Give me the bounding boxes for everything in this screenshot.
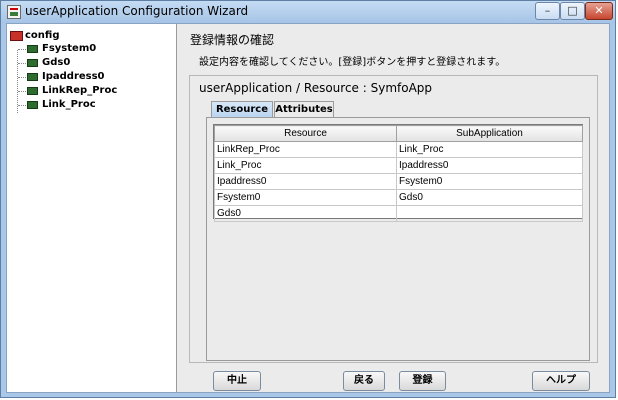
tree-node-label: Gds0 [42,57,71,68]
instruction-text: 設定内容を確認してください。[登録]ボタンを押すと登録されます。 [199,57,506,68]
minimize-button[interactable]: – [535,2,560,20]
title-bar[interactable]: userApplication Configuration Wizard – □… [1,1,615,23]
tree-node-label: config [25,30,60,41]
close-button[interactable]: ✕ [585,2,613,20]
resource-icon [27,45,38,53]
table-row[interactable]: Gds0 [214,205,583,222]
wizard-client-area: config Fsystem0 Gds0 Ipaddress0 LinkRep_… [6,23,610,393]
tree-connector [17,50,18,113]
table-row[interactable]: Fsystem0 Gds0 [214,189,583,206]
table-cell: LinkRep_Proc [214,141,397,158]
back-button[interactable]: 戻る [343,371,385,391]
tree-connector [18,77,26,78]
tree-connector [18,91,26,92]
table-row[interactable]: Link_Proc Ipaddress0 [214,157,583,174]
folder-icon [10,31,23,41]
wizard-window: userApplication Configuration Wizard – □… [0,0,616,398]
resource-icon [27,59,38,67]
table-cell: Ipaddress0 [214,173,397,190]
table-header-row: Resource SubApplication [214,125,583,142]
resource-icon [27,73,38,81]
resource-title: userApplication / Resource : SymfoApp [199,81,433,95]
tree-node-label: Ipaddress0 [42,71,105,82]
column-header-resource[interactable]: Resource [214,125,397,142]
table-cell: Fsystem0 [396,173,583,190]
register-button[interactable]: 登録 [399,371,446,391]
tab-attributes[interactable]: Attributes [274,101,334,118]
table-cell [396,205,583,222]
help-button[interactable]: ヘルプ [532,371,590,391]
main-panel: 登録情報の確認 設定内容を確認してください。[登録]ボタンを押すと登録されます。… [177,24,609,392]
tree-connector [18,63,26,64]
maximize-button[interactable]: □ [560,2,585,20]
tab-resource[interactable]: Resource [211,101,273,118]
column-header-subapplication[interactable]: SubApplication [396,125,583,142]
tree-connector [18,49,26,50]
tree-connector [18,105,26,106]
table-cell: Gds0 [396,189,583,206]
table-row[interactable]: LinkRep_Proc Link_Proc [214,141,583,158]
table-cell: Ipaddress0 [396,157,583,174]
resource-table: Resource SubApplication LinkRep_Proc Lin… [213,124,583,222]
resource-icon [27,101,38,109]
app-icon [7,5,21,19]
tree-node-label: Link_Proc [42,99,96,110]
cancel-button[interactable]: 中止 [213,371,261,391]
tree-node-label: LinkRep_Proc [42,85,118,96]
resource-icon [27,87,38,95]
table-cell: Gds0 [214,205,397,222]
tree-node-label: Fsystem0 [42,43,97,54]
table-cell: Link_Proc [396,141,583,158]
window-title: userApplication Configuration Wizard [25,4,249,18]
table-cell: Link_Proc [214,157,397,174]
table-cell: Fsystem0 [214,189,397,206]
resource-tree: config Fsystem0 Gds0 Ipaddress0 LinkRep_… [7,24,177,392]
page-title: 登録情報の確認 [190,33,275,47]
table-row[interactable]: Ipaddress0 Fsystem0 [214,173,583,190]
